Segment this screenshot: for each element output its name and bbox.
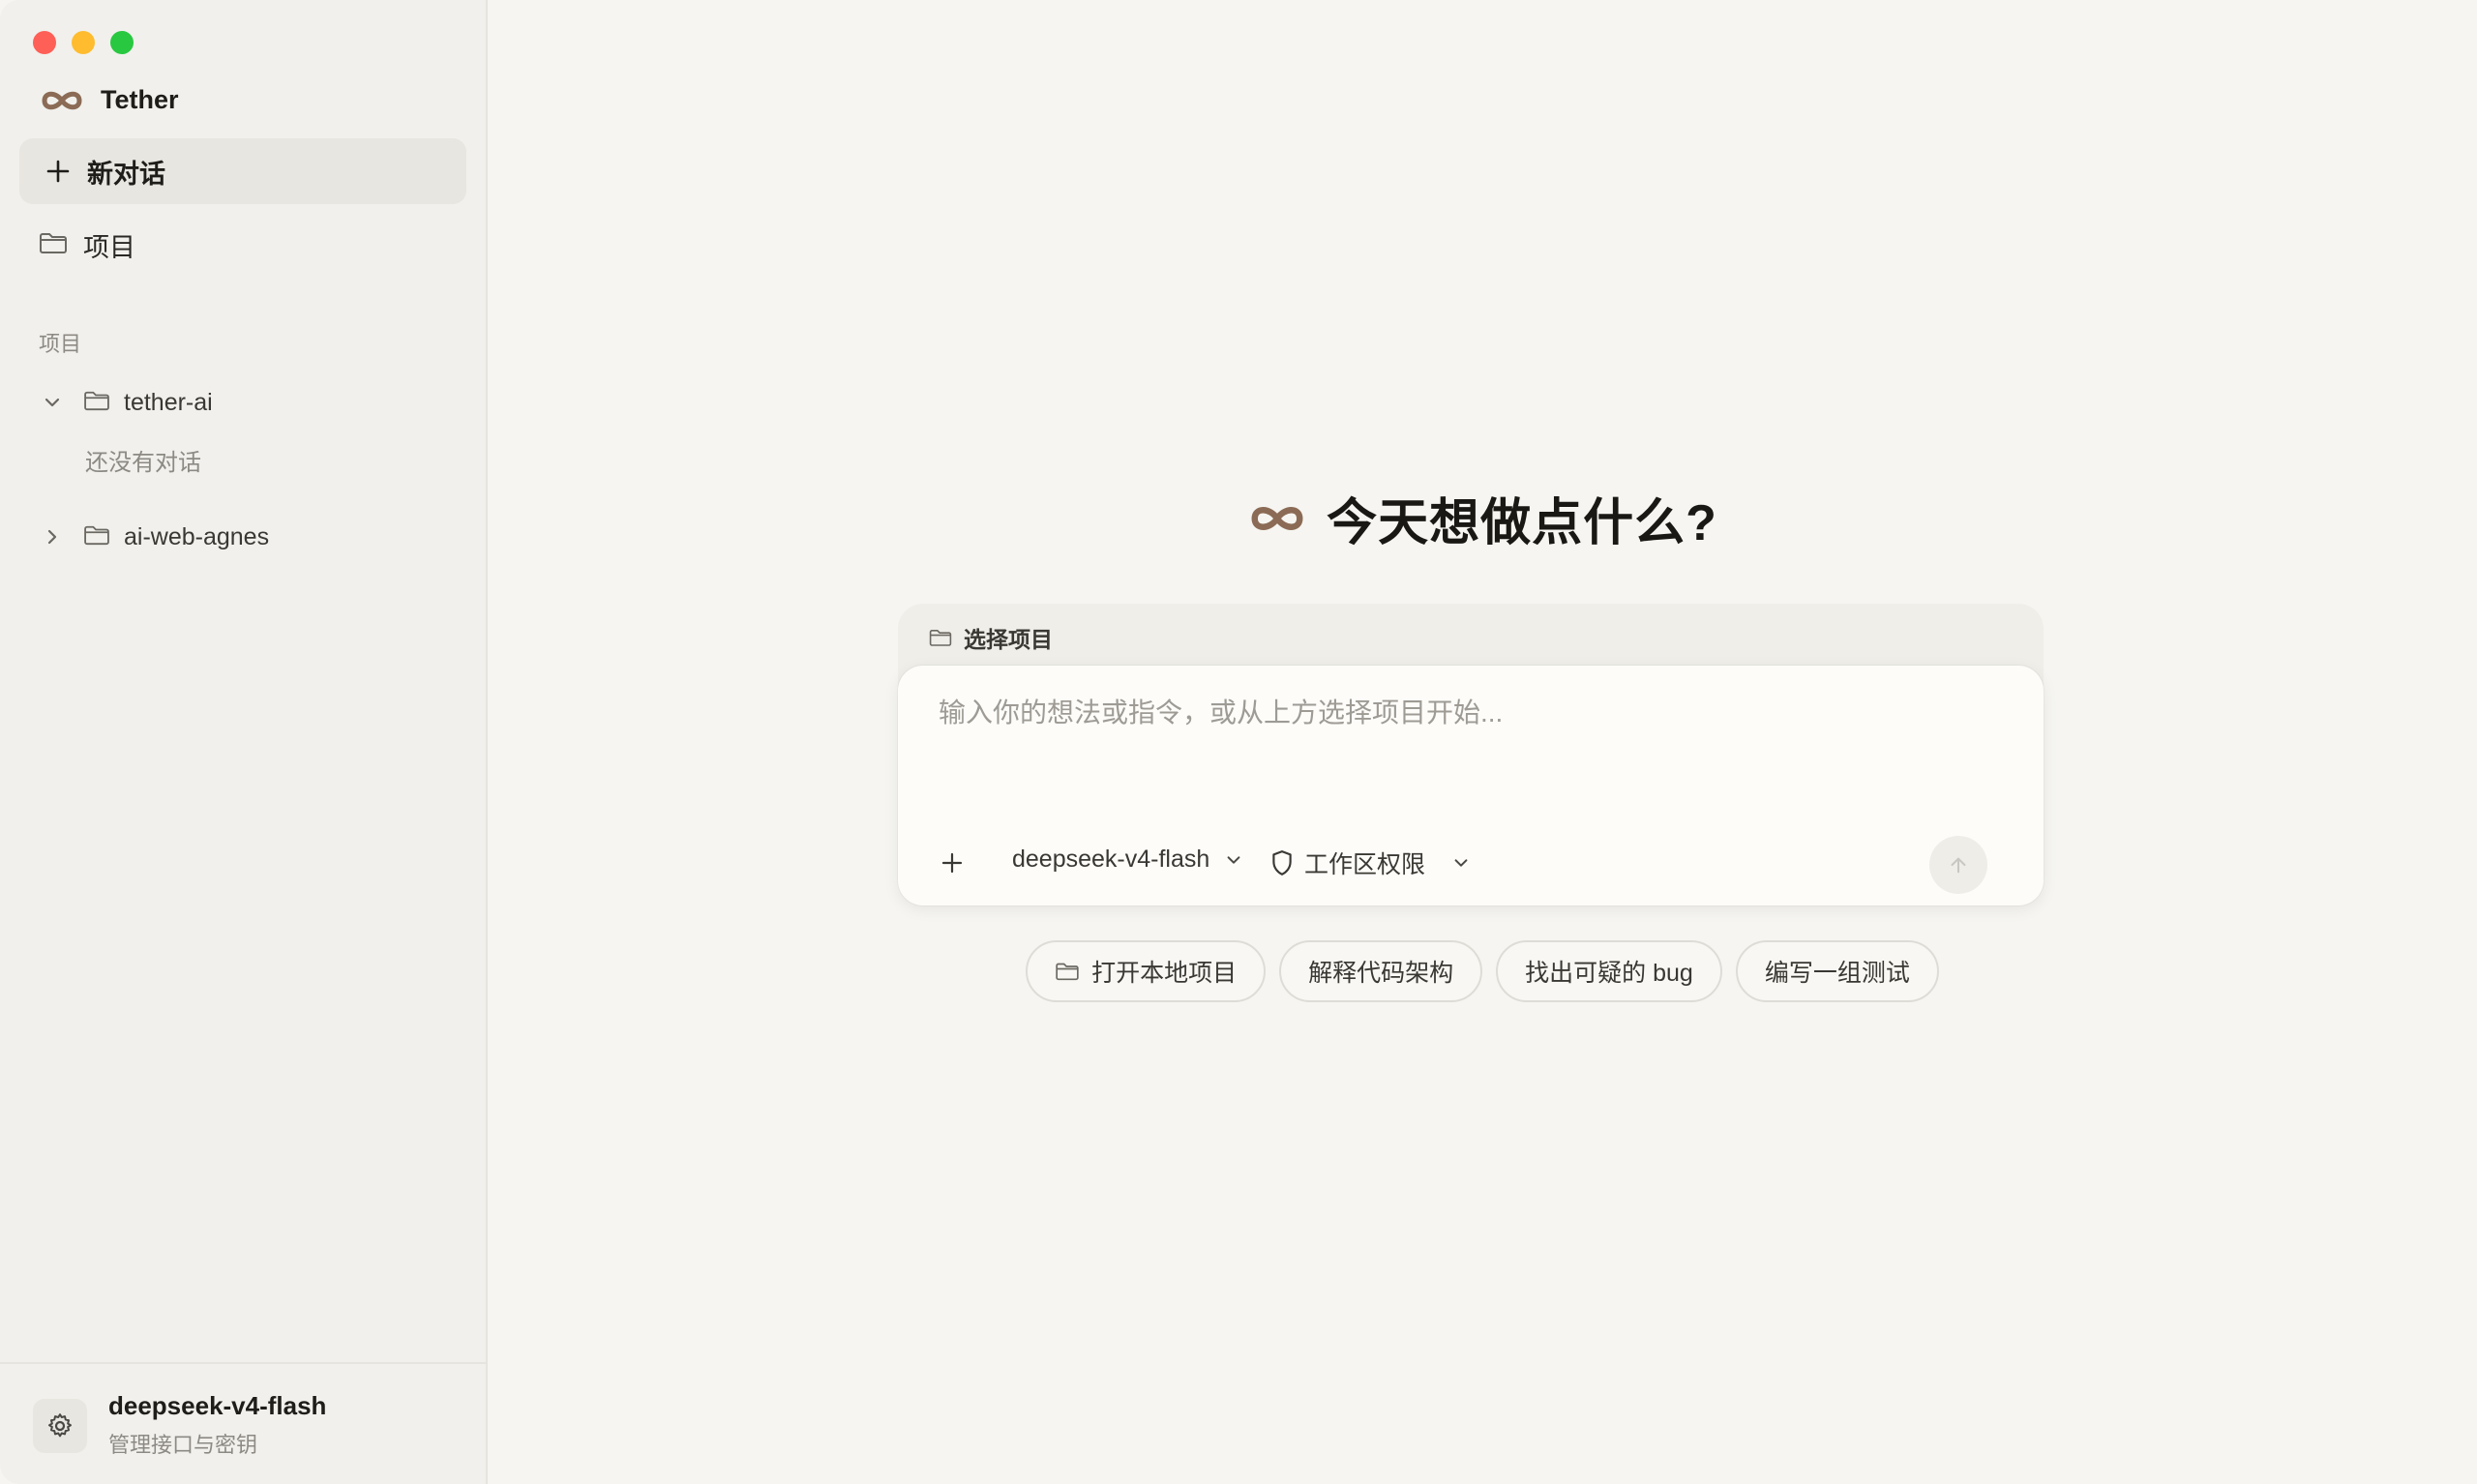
plus-icon	[941, 852, 963, 874]
projects-section-label: 项目	[39, 332, 82, 356]
suggestion-label: 打开本地项目	[1091, 960, 1238, 987]
brand: Tether	[39, 85, 179, 115]
select-project-label: 选择项目	[964, 627, 1053, 652]
sidebar-item-projects[interactable]: 项目	[19, 215, 466, 275]
add-attachment-button[interactable]	[937, 847, 968, 878]
prompt-input[interactable]	[937, 697, 2005, 729]
suggestion-explain-architecture[interactable]: 解释代码架构	[1279, 940, 1483, 1002]
minimize-window-button[interactable]	[72, 31, 95, 54]
chevron-down-icon	[1227, 855, 1240, 864]
composer-toolbar: deepseek-v4-flash 工作区权限	[898, 836, 2044, 894]
chevron-down-icon	[1454, 859, 1468, 867]
suggestion-label: 解释代码架构	[1308, 960, 1454, 987]
infinity-logo-icon	[1251, 506, 1303, 530]
zoom-window-button[interactable]	[110, 31, 134, 54]
suggestion-open-local-project[interactable]: 打开本地项目	[1026, 940, 1267, 1002]
settings-button[interactable]	[33, 1399, 87, 1453]
shield-icon	[1272, 850, 1292, 876]
folder-icon	[39, 231, 68, 259]
app-window: Tether 新对话 项目 项目 tether-ai 还没有对话 ai-web-…	[0, 0, 2477, 1484]
arrow-up-icon	[1951, 857, 1966, 874]
project-name: tether-ai	[124, 388, 213, 416]
hero: 今天想做点什么?	[488, 482, 2477, 554]
sidebar-footer[interactable]: deepseek-v4-flash 管理接口与密钥	[0, 1362, 486, 1484]
send-button[interactable]	[1929, 836, 1987, 894]
project-item-tether-ai[interactable]: tether-ai	[19, 376, 466, 429]
suggestion-find-bugs[interactable]: 找出可疑的 bug	[1496, 940, 1722, 1002]
sidebar-item-label: 项目	[83, 232, 135, 262]
composer-box: deepseek-v4-flash 工作区权限	[898, 666, 2044, 905]
hero-title: 今天想做点什么?	[1327, 495, 1717, 551]
window-controls	[33, 31, 134, 54]
chevron-down-icon[interactable]	[39, 389, 66, 416]
new-chat-label: 新对话	[87, 159, 165, 189]
brand-name: Tether	[101, 85, 179, 114]
model-selector[interactable]: deepseek-v4-flash	[1012, 846, 1242, 874]
permission-selector[interactable]: 工作区权限	[1269, 846, 1470, 880]
chevron-right-icon[interactable]	[39, 523, 66, 550]
empty-conversations-text: 还没有对话	[85, 450, 201, 476]
suggestion-chips: 打开本地项目 解释代码架构 找出可疑的 bug 编写一组测试	[488, 940, 2477, 1002]
permission-label: 工作区权限	[1304, 851, 1426, 878]
suggestion-label: 找出可疑的 bug	[1525, 960, 1693, 987]
folder-icon	[83, 390, 110, 416]
plus-icon	[43, 156, 74, 187]
main-area: 今天想做点什么? 选择项目 deepseek-v4-flash	[488, 0, 2477, 1484]
project-name: ai-web-agnes	[124, 522, 270, 550]
sidebar: Tether 新对话 项目 项目 tether-ai 还没有对话 ai-web-…	[0, 0, 488, 1484]
manage-keys-subtitle: 管理接口与密钥	[108, 1433, 258, 1457]
current-model-name: deepseek-v4-flash	[108, 1391, 327, 1420]
project-item-ai-web-agnes[interactable]: ai-web-agnes	[19, 511, 466, 563]
composer: 选择项目 deepseek-v4-flash 工作区权限	[898, 604, 2044, 905]
folder-icon	[929, 630, 952, 646]
new-chat-button[interactable]: 新对话	[19, 138, 466, 204]
gear-icon	[48, 1413, 72, 1438]
suggestion-label: 编写一组测试	[1764, 960, 1910, 987]
close-window-button[interactable]	[33, 31, 56, 54]
model-selector-label: deepseek-v4-flash	[1012, 846, 1210, 873]
folder-icon	[1056, 963, 1079, 981]
suggestion-write-tests[interactable]: 编写一组测试	[1735, 940, 1939, 1002]
folder-icon	[83, 524, 110, 550]
infinity-logo-icon	[42, 91, 82, 109]
